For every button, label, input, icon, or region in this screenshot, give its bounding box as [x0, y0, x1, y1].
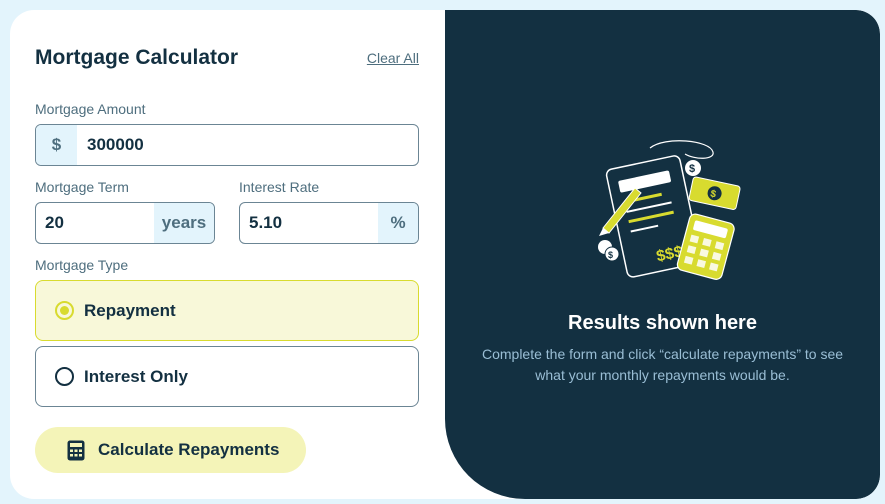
rate-suffix: % — [378, 203, 418, 243]
radio-label-repayment: Repayment — [84, 300, 176, 320]
clear-all-link[interactable]: Clear All — [367, 50, 419, 66]
radio-label-interest-only: Interest Only — [84, 366, 188, 386]
radio-unselected-icon — [55, 367, 74, 386]
mortgage-amount-input[interactable]: 300000 — [77, 125, 418, 165]
calculator-illustration-icon: $$$ $ $ $ — [598, 140, 741, 280]
mortgage-term-field[interactable]: 20 years — [35, 202, 215, 244]
calculate-repayments-button[interactable]: Calculate Repayments — [35, 427, 306, 473]
calculate-button-label: Calculate Repayments — [98, 440, 280, 459]
interest-rate-input[interactable]: 5.10 — [240, 203, 378, 243]
svg-text:$: $ — [608, 250, 613, 260]
interest-rate-field[interactable]: 5.10 % — [239, 202, 419, 244]
form-panel: Mortgage Calculator Clear All Mortgage A… — [10, 10, 445, 499]
radio-selected-icon — [55, 301, 74, 320]
currency-prefix: $ — [36, 125, 77, 165]
page-title: Mortgage Calculator — [35, 46, 239, 69]
calculator-icon — [67, 440, 85, 460]
radio-option-repayment[interactable]: Repayment — [35, 280, 419, 341]
calculator-card: Mortgage Calculator Clear All Mortgage A… — [10, 10, 880, 499]
svg-text:$: $ — [689, 163, 695, 175]
mortgage-amount-field[interactable]: $ 300000 — [35, 124, 419, 166]
mortgage-amount-label: Mortgage Amount — [35, 101, 146, 117]
radio-option-interest-only[interactable]: Interest Only — [35, 346, 419, 407]
mortgage-term-input[interactable]: 20 — [36, 203, 154, 243]
mortgage-term-label: Mortgage Term — [35, 179, 129, 195]
term-suffix: years — [154, 203, 214, 243]
interest-rate-label: Interest Rate — [239, 179, 320, 195]
results-panel: $$$ $ $ $ Results shown here Complete th… — [445, 10, 880, 499]
results-title: Results shown here — [568, 312, 757, 334]
results-description: Complete the form and click “calculate r… — [481, 346, 844, 383]
mortgage-type-label: Mortgage Type — [35, 257, 129, 273]
